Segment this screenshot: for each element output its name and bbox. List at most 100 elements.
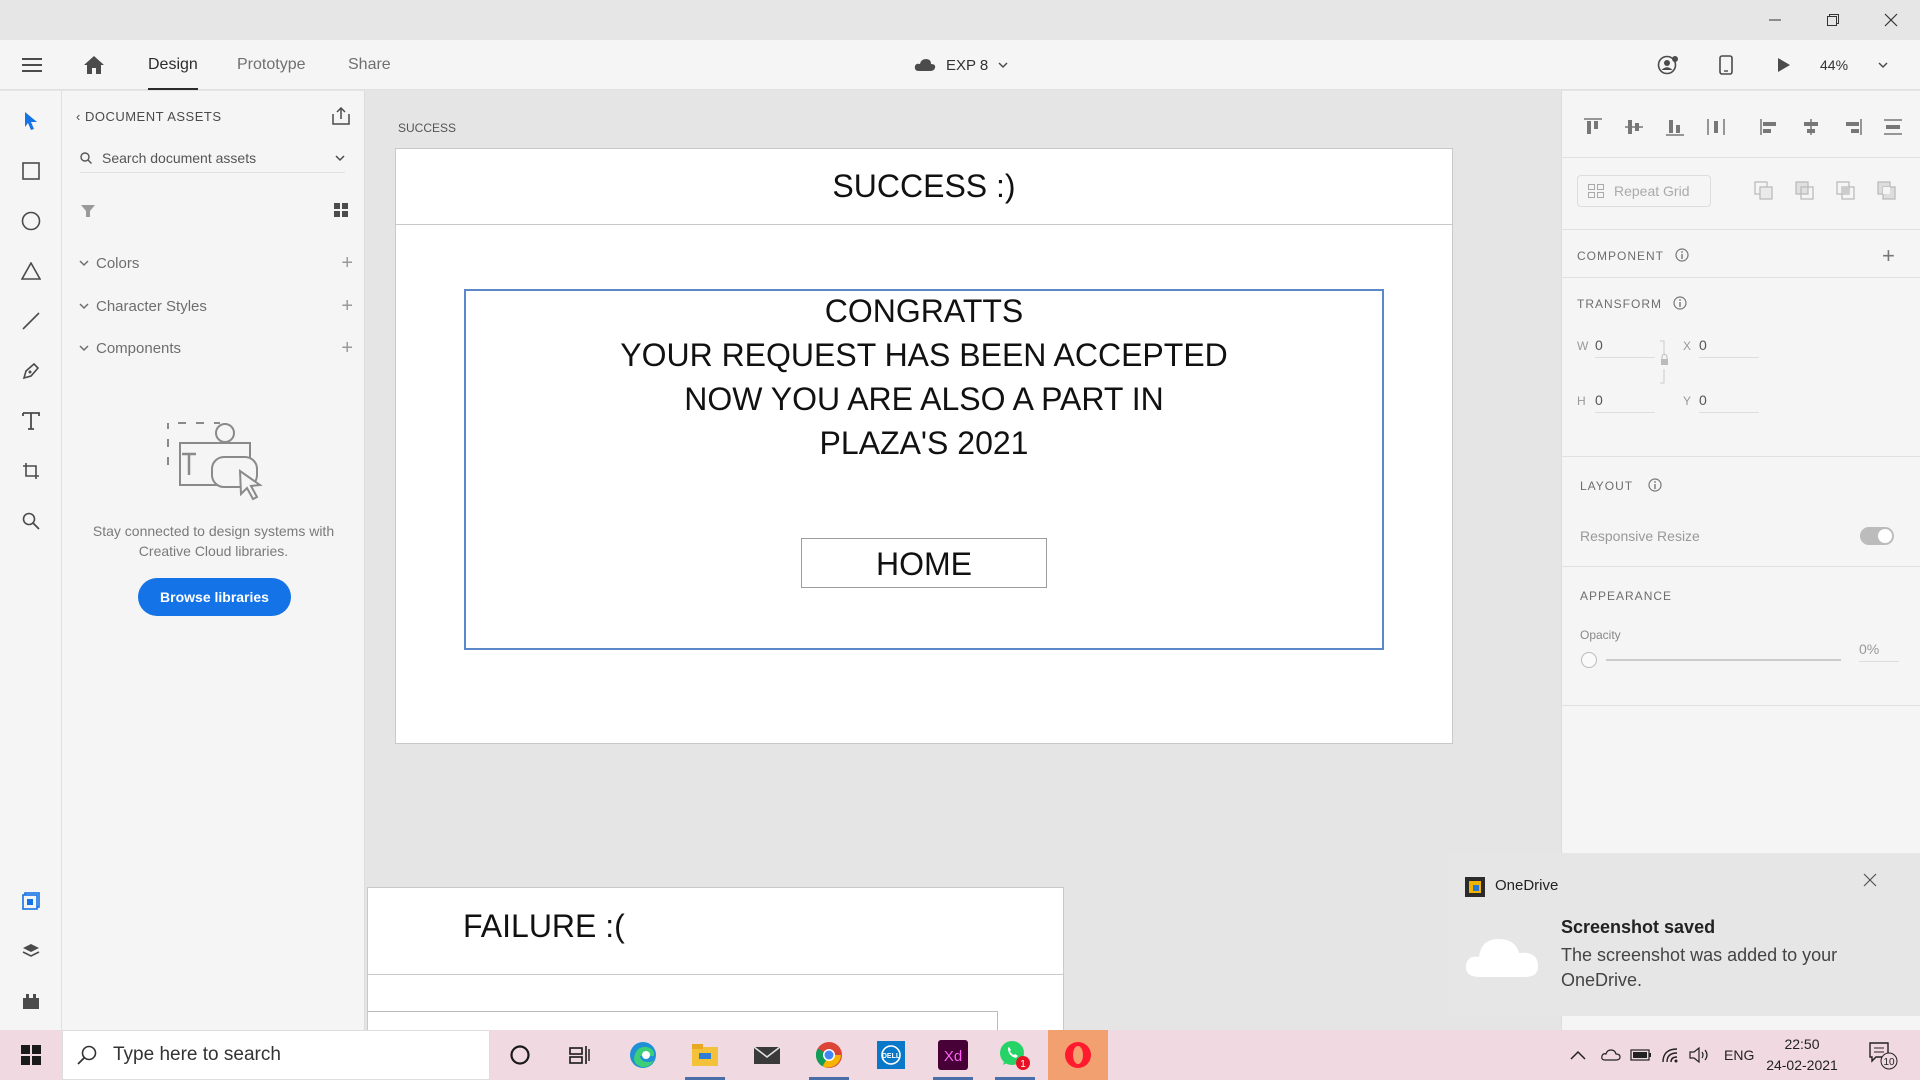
line-tool[interactable]: [15, 305, 47, 337]
hamburger-menu-button[interactable]: [14, 40, 50, 90]
width-input[interactable]: 0: [1595, 337, 1655, 358]
plugins-panel-button[interactable]: [15, 985, 47, 1017]
artboard-tool[interactable]: [15, 455, 47, 487]
text-tool[interactable]: [15, 405, 47, 437]
task-view-button[interactable]: [550, 1030, 610, 1080]
volume-tray-button[interactable]: [1689, 1030, 1711, 1080]
restore-button[interactable]: [1804, 0, 1862, 40]
responsive-resize-toggle[interactable]: [1860, 527, 1894, 545]
edge-app[interactable]: [613, 1030, 673, 1080]
taskbar-search-box[interactable]: Type here to search: [62, 1030, 490, 1080]
home-button[interactable]: [76, 40, 112, 90]
wifi-tray-button[interactable]: [1661, 1030, 1681, 1080]
home-icon: [84, 56, 104, 74]
layers-panel-button[interactable]: [15, 935, 47, 967]
export-assets-button[interactable]: [332, 106, 350, 130]
adobe-xd-app[interactable]: Xd: [923, 1030, 983, 1080]
assets-search-input[interactable]: Search document assets: [80, 143, 345, 173]
windows-taskbar: Type here to search DELL Xd 1 ENG 22:50 …: [0, 1030, 1920, 1080]
artboard-header[interactable]: SUCCESS :): [396, 149, 1452, 225]
assets-back-button[interactable]: ‹ DOCUMENT ASSETS: [76, 109, 222, 124]
repeat-grid-button[interactable]: Repeat Grid: [1577, 175, 1711, 207]
failure-message-group[interactable]: [368, 1011, 998, 1030]
layout-info-icon[interactable]: [1648, 478, 1662, 497]
tool-bar: [0, 91, 62, 1030]
select-tool[interactable]: [15, 105, 47, 137]
minimize-button[interactable]: [1746, 0, 1804, 40]
assets-panel-button[interactable]: [15, 885, 47, 917]
transform-info-icon[interactable]: [1673, 296, 1687, 315]
tab-design[interactable]: Design: [148, 40, 198, 90]
section-components[interactable]: Components +: [78, 336, 353, 360]
artboard-success[interactable]: SUCCESS :) CONGRATTS YOUR REQUEST HAS BE…: [395, 148, 1453, 744]
component-info-icon[interactable]: [1675, 248, 1689, 267]
grid-view-button[interactable]: [334, 203, 348, 222]
distribute-vertical-button[interactable]: [1879, 113, 1907, 141]
onedrive-notification[interactable]: OneDrive Screenshot saved The screenshot…: [1447, 853, 1920, 1016]
home-button-shape[interactable]: HOME: [801, 538, 1047, 588]
document-title-dropdown[interactable]: EXP 8: [914, 40, 1008, 90]
file-explorer-app[interactable]: [675, 1030, 735, 1080]
mail-app[interactable]: [737, 1030, 797, 1080]
align-bottom-button[interactable]: [1661, 113, 1689, 141]
x-input[interactable]: 0: [1699, 337, 1759, 358]
info-icon: [1673, 296, 1687, 310]
align-center-button[interactable]: [1797, 113, 1825, 141]
dell-app[interactable]: DELL: [861, 1030, 921, 1080]
onedrive-tray-button[interactable]: [1601, 1030, 1621, 1080]
ellipse-tool[interactable]: [15, 205, 47, 237]
action-center-button[interactable]: 10: [1868, 1030, 1898, 1080]
add-component-button[interactable]: +: [341, 337, 353, 360]
y-input[interactable]: 0: [1699, 392, 1759, 413]
align-middle-button[interactable]: [1620, 113, 1648, 141]
artboard-label[interactable]: SUCCESS: [398, 121, 456, 135]
design-canvas[interactable]: SUCCESS SUCCESS :) CONGRATTS YOUR REQUES…: [366, 91, 1561, 1030]
close-button[interactable]: [1862, 0, 1920, 40]
align-top-button[interactable]: [1579, 113, 1607, 141]
polygon-tool[interactable]: [15, 255, 47, 287]
message-group[interactable]: CONGRATTS YOUR REQUEST HAS BEEN ACCEPTED…: [464, 289, 1384, 650]
boolean-intersect-button[interactable]: [1836, 181, 1856, 206]
language-indicator[interactable]: ENG: [1724, 1030, 1754, 1080]
whatsapp-app[interactable]: 1: [985, 1030, 1045, 1080]
add-component-plus-button[interactable]: +: [1882, 243, 1895, 269]
desktop-preview-button[interactable]: [1766, 40, 1802, 90]
notification-close-button[interactable]: [1863, 873, 1877, 892]
cortana-button[interactable]: [490, 1030, 550, 1080]
align-left-button[interactable]: [1756, 113, 1784, 141]
boolean-exclude-button[interactable]: [1877, 181, 1897, 206]
zoom-tool[interactable]: [15, 505, 47, 537]
chrome-app[interactable]: [799, 1030, 859, 1080]
opacity-slider-track[interactable]: [1606, 659, 1841, 661]
section-character-styles[interactable]: Character Styles +: [78, 294, 353, 318]
section-colors[interactable]: Colors +: [78, 251, 353, 275]
browse-libraries-button[interactable]: Browse libraries: [138, 578, 291, 616]
repeat-grid-icon: [1588, 184, 1604, 198]
battery-tray-button[interactable]: [1630, 1030, 1652, 1080]
opacity-input[interactable]: 0%: [1859, 641, 1899, 662]
add-color-button[interactable]: +: [341, 252, 353, 275]
tab-prototype[interactable]: Prototype: [237, 40, 305, 90]
share-user-button[interactable]: [1650, 40, 1686, 90]
filter-button[interactable]: [80, 203, 96, 224]
lock-aspect-button[interactable]: [1658, 339, 1670, 396]
component-label: COMPONENT: [1577, 249, 1664, 263]
zoom-dropdown[interactable]: 44%: [1820, 40, 1888, 90]
opacity-slider-thumb[interactable]: [1581, 652, 1597, 668]
tab-share[interactable]: Share: [348, 40, 391, 90]
opera-app[interactable]: [1048, 1030, 1108, 1080]
start-button[interactable]: [0, 1030, 62, 1080]
failure-header[interactable]: FAILURE :(: [368, 888, 1063, 975]
distribute-horizontal-button[interactable]: [1702, 113, 1730, 141]
add-character-style-button[interactable]: +: [341, 295, 353, 318]
artboard-failure[interactable]: FAILURE :(: [367, 887, 1064, 1030]
rectangle-tool[interactable]: [15, 155, 47, 187]
boolean-subtract-button[interactable]: [1795, 181, 1815, 206]
pen-tool[interactable]: [15, 355, 47, 387]
device-preview-button[interactable]: [1708, 40, 1744, 90]
height-input[interactable]: 0: [1595, 392, 1655, 413]
boolean-add-button[interactable]: [1754, 181, 1774, 206]
taskbar-clock[interactable]: 22:50 24-02-2021: [1762, 1034, 1842, 1076]
show-hidden-icons-button[interactable]: [1570, 1030, 1586, 1080]
align-right-button[interactable]: [1838, 113, 1866, 141]
